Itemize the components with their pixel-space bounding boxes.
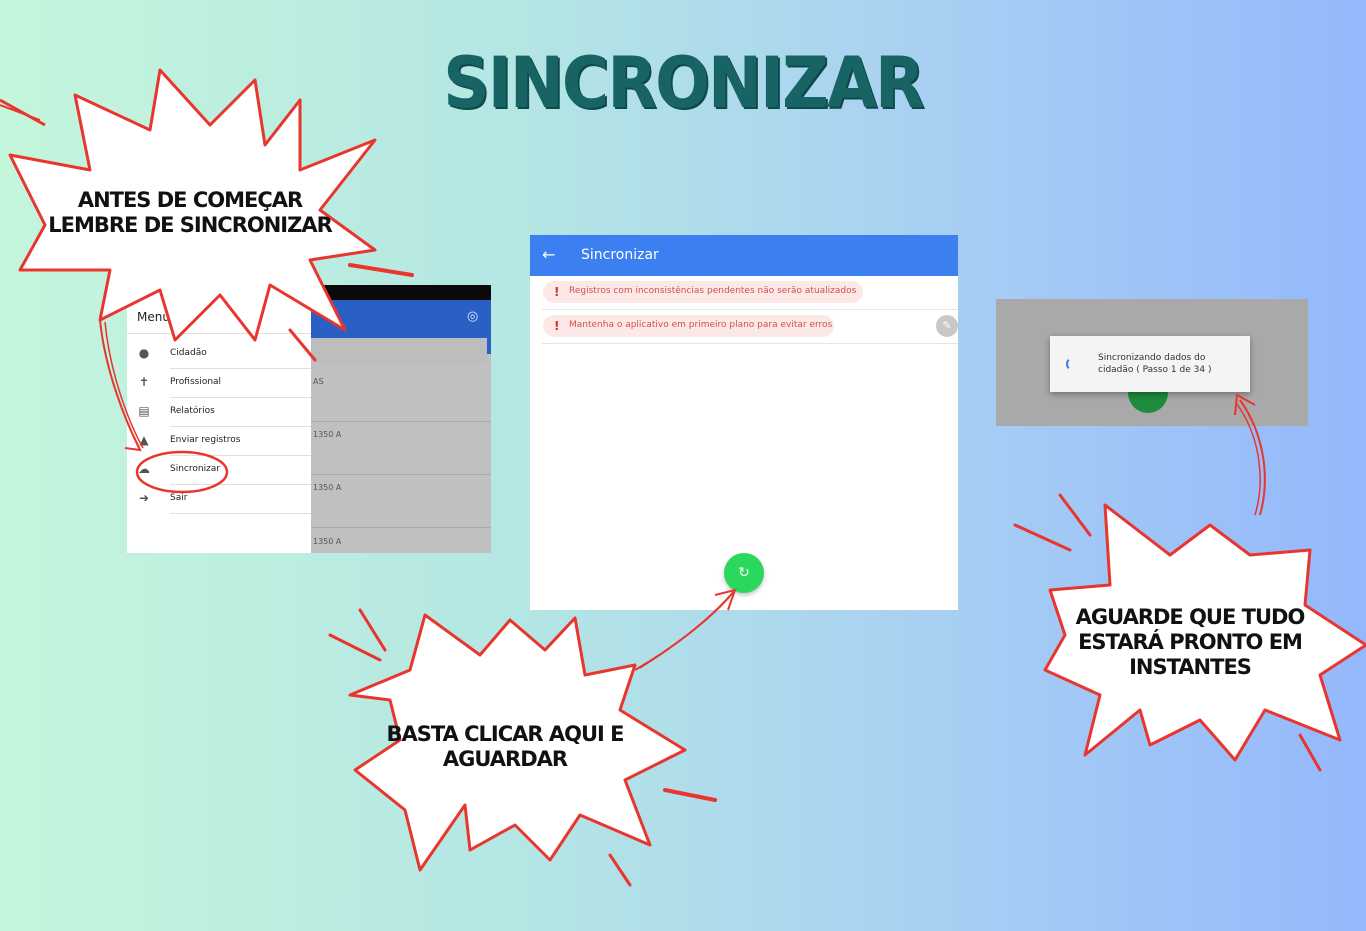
app-title: Sincronizar xyxy=(581,247,659,263)
arrow-to-fab xyxy=(634,588,737,671)
warning-text: Mantenha o aplicativo em primeiro plano … xyxy=(569,320,833,330)
list-item: AS xyxy=(313,377,324,386)
callout-text: ANTES DE COMEÇAR LEMBRE DE SINCRONIZAR xyxy=(35,188,345,238)
callout-line: LEMBRE DE SINCRONIZAR xyxy=(48,213,333,237)
spinner-icon xyxy=(1066,357,1080,371)
list-item: 1350 A xyxy=(313,537,342,546)
callout-line: BASTA CLICAR AQUI E xyxy=(386,722,624,746)
divider xyxy=(311,527,491,528)
callout-line: ANTES DE COMEÇAR xyxy=(77,188,303,212)
back-arrow-icon[interactable]: ← xyxy=(542,245,555,264)
divider xyxy=(170,513,311,514)
list-item: 1350 A xyxy=(313,483,342,492)
warning-icon: ! xyxy=(554,285,560,299)
target-icon[interactable]: ◎ xyxy=(467,309,478,324)
arrow-to-sincronizar xyxy=(99,319,229,494)
edit-icon[interactable]: ✎ xyxy=(936,315,958,337)
list-item: 1350 A xyxy=(313,430,342,439)
sync-screenshot: ← Sincronizar ! Registros com inconsistê… xyxy=(530,235,958,610)
warning-text: Registros com inconsistências pendentes … xyxy=(569,286,857,296)
arrow-to-dialog xyxy=(1234,393,1266,516)
divider xyxy=(542,343,958,344)
callout-line: INSTANTES xyxy=(1129,655,1252,679)
callout-line: AGUARDAR xyxy=(442,747,568,771)
divider xyxy=(542,309,958,310)
refresh-icon: ↻ xyxy=(738,565,750,581)
callout-text: AGUARDE QUE TUDO ESTARÁ PRONTO EM INSTAN… xyxy=(1070,605,1310,680)
callout-aguarde: AGUARDE QUE TUDO ESTARÁ PRONTO EM INSTAN… xyxy=(1010,493,1366,775)
divider xyxy=(311,474,491,475)
progress-dialog: Sincronizando dados do cidadão ( Passo 1… xyxy=(1050,336,1250,392)
warning-chip: ! Registros com inconsistências pendente… xyxy=(543,281,863,303)
divider xyxy=(311,421,491,422)
callout-line: AGUARDE QUE TUDO xyxy=(1075,605,1306,629)
progress-line: cidadão ( Passo 1 de 34 ) xyxy=(1098,365,1212,375)
callout-text: BASTA CLICAR AQUI E AGUARDAR xyxy=(375,722,635,772)
progress-text: Sincronizando dados do cidadão ( Passo 1… xyxy=(1098,352,1238,376)
app-bar: ← Sincronizar xyxy=(530,235,958,276)
warning-chip: ! Mantenha o aplicativo em primeiro plan… xyxy=(543,315,834,337)
progress-line: Sincronizando dados do xyxy=(1098,353,1206,363)
warning-icon: ! xyxy=(554,319,560,333)
callout-line: ESTARÁ PRONTO EM xyxy=(1078,630,1303,654)
